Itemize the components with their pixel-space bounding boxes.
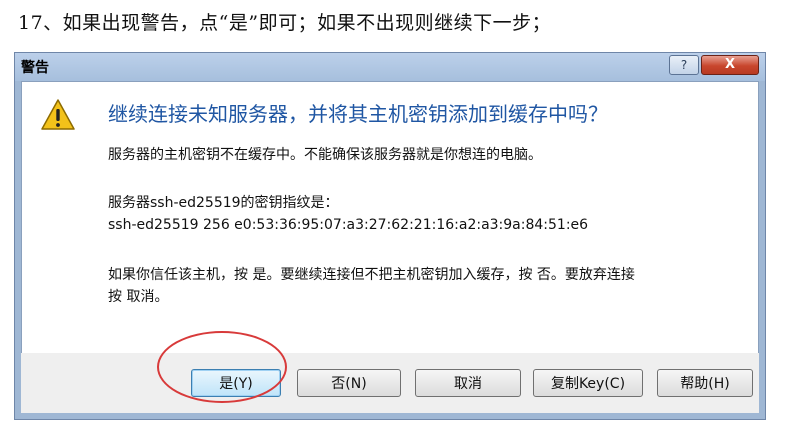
close-icon[interactable]: X	[701, 55, 759, 75]
instructions-text-line2: 按 取消。	[108, 289, 169, 305]
help-button[interactable]: 帮助(H)	[657, 369, 753, 397]
no-button[interactable]: 否(N)	[297, 369, 401, 397]
dialog-headline: 继续连接未知服务器，并将其主机密钥添加到缓存中吗？	[108, 102, 608, 126]
fingerprint-value: ssh-ed25519 256 e0:53:36:95:07:a3:27:62:…	[108, 217, 589, 233]
cache-warning-text: 服务器的主机密钥不在缓存中。不能确保该服务器就是你想连的电脑。	[108, 147, 542, 163]
help-icon[interactable]: ?	[669, 55, 699, 75]
copy-key-button[interactable]: 复制Key(C)	[533, 369, 643, 397]
instruction-caption: 17、如果出现警告，点“是”即可；如果不出现则继续下一步；	[18, 12, 552, 34]
button-bar: 是(Y) 否(N) 取消 复制Key(C) 帮助(H)	[21, 353, 759, 413]
warning-dialog: 警告 ? X 继续连接未知服务器，并将其主机密钥添加到缓存中吗？ 服务器的主机密…	[14, 52, 766, 420]
warning-icon	[41, 99, 75, 130]
cancel-button[interactable]: 取消	[415, 369, 521, 397]
title-bar: 警告 ? X	[15, 53, 765, 81]
highlight-ellipse	[157, 331, 287, 403]
dialog-content: 继续连接未知服务器，并将其主机密钥添加到缓存中吗？ 服务器的主机密钥不在缓存中。…	[21, 81, 759, 355]
fingerprint-label: 服务器ssh-ed25519的密钥指纹是：	[108, 195, 339, 211]
instructions-text-line1: 如果你信任该主机，按 是。要继续连接但不把主机密钥加入缓存，按 否。要放弃连接	[108, 267, 635, 283]
dialog-title: 警告	[21, 60, 49, 76]
